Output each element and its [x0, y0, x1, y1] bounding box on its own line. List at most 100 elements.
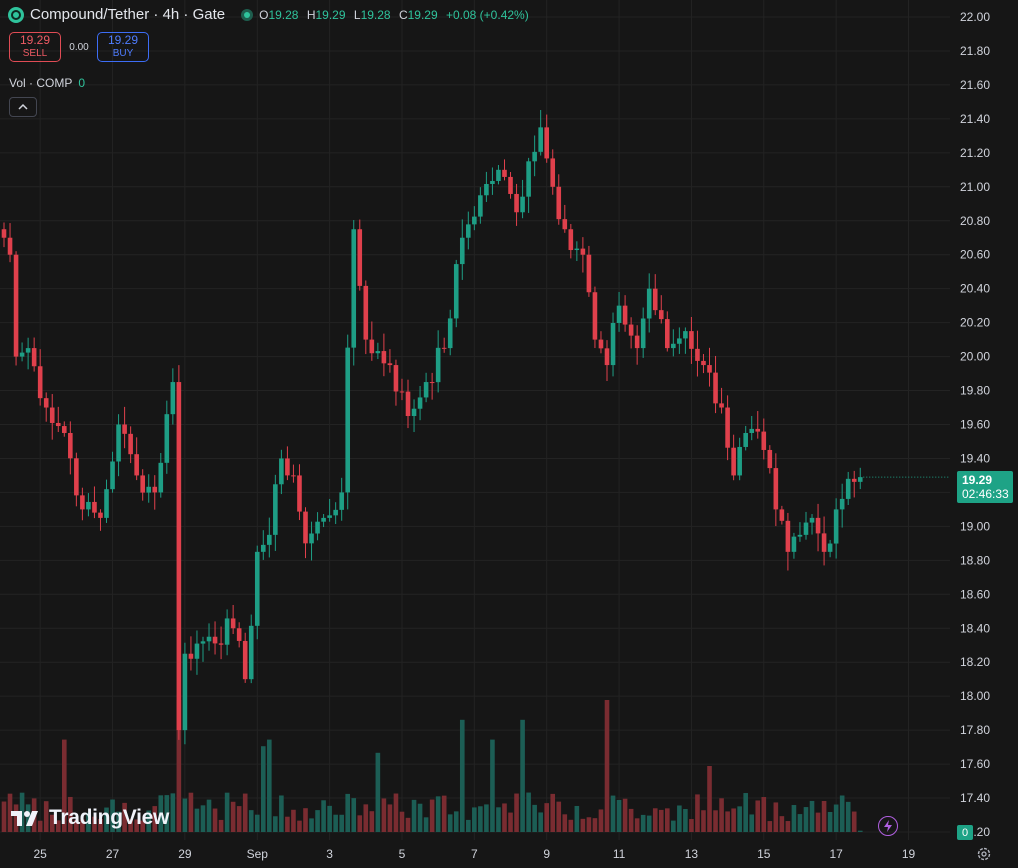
candle-body: [779, 509, 785, 521]
volume-bar: [610, 795, 616, 832]
volume-legend[interactable]: Vol · COMP 0: [9, 76, 85, 90]
volume-bar: [285, 816, 290, 832]
candle-body: [725, 407, 730, 448]
candle-body: [592, 292, 598, 340]
candle-body: [435, 347, 441, 383]
candle-body: [206, 636, 212, 642]
volume-bar: [556, 801, 562, 832]
time-tick-label: Sep: [247, 847, 269, 861]
volume-bar: [393, 793, 399, 832]
candle-body: [646, 288, 652, 319]
buy-price: 19.29: [107, 33, 139, 47]
volume-bar: [478, 806, 483, 832]
candle-body: [242, 640, 248, 680]
price-tick-label: 19.00: [960, 519, 990, 533]
volume-bar: [453, 811, 459, 832]
settings-gear-icon[interactable]: [976, 846, 992, 862]
volume-bar: [671, 820, 676, 832]
price-axis[interactable]: 22.00 21.80 21.60 21.40 21.20 21.00 20.80 20.60…: [950, 0, 1018, 868]
candle-body: [574, 248, 580, 251]
candle-body: [152, 486, 158, 493]
price-tick-label: 18.60: [960, 587, 990, 601]
volume-bar: [230, 801, 236, 832]
price-tick-label: 17.60: [960, 757, 990, 771]
volume-bar: [254, 814, 260, 832]
candle-body: [701, 360, 706, 366]
volume-bar: [779, 816, 785, 832]
candle-body: [248, 625, 254, 680]
volume-bar: [791, 805, 797, 832]
volume-bar: [604, 700, 610, 832]
alert-bolt-button[interactable]: [878, 816, 898, 836]
volume-bar: [224, 792, 230, 832]
candle-body: [116, 424, 121, 462]
candle-body: [285, 458, 290, 476]
candle-body: [13, 254, 19, 357]
symbol-title[interactable]: Compound/Tether · 4h · Gate: [30, 6, 225, 23]
sell-button[interactable]: 19.29 SELL: [9, 32, 61, 62]
volume-bar: [737, 806, 742, 832]
candle-body: [526, 161, 531, 197]
chart-legend: Compound/Tether · 4h · Gate O19.28 H19.2…: [8, 6, 529, 23]
volume-bar: [658, 809, 664, 832]
price-chart[interactable]: 22.00 21.80 21.60 21.40 21.20 21.00 20.80 20.60…: [0, 0, 1018, 868]
volume-bar: [357, 815, 363, 832]
buy-button[interactable]: 19.29 BUY: [97, 32, 149, 62]
volume-bar: [363, 804, 369, 832]
volume-bar: [321, 800, 326, 832]
volume-bar: [447, 814, 453, 832]
volume-bar: [550, 793, 556, 832]
price-tick-label: 17.80: [960, 723, 990, 737]
volume-bar: [640, 814, 646, 832]
candle-body: [80, 495, 85, 510]
time-tick-label: 27: [106, 847, 120, 861]
collapse-legend-button[interactable]: [9, 97, 37, 117]
volume-bar: [845, 801, 851, 832]
price-tick-label: 20.40: [960, 282, 990, 296]
volume-bar: [839, 795, 845, 832]
candle-body: [405, 391, 411, 417]
time-tick-label: 15: [757, 847, 771, 861]
volume-bar: [273, 816, 278, 832]
volume-label: Vol · COMP: [9, 76, 73, 90]
lightning-icon: [884, 820, 892, 832]
volume-bar: [375, 752, 381, 832]
candle-body: [677, 338, 682, 344]
volume-bar: [592, 818, 598, 832]
candle-body: [496, 169, 501, 181]
low-value: 19.28: [360, 7, 391, 22]
candle-body: [671, 343, 676, 349]
candle-body: [128, 433, 133, 455]
candle-body: [851, 478, 857, 482]
price-tick-label: 20.20: [960, 316, 990, 330]
volume-bar: [562, 814, 568, 832]
spread-value: 0.00: [69, 41, 89, 53]
candle-body: [767, 449, 773, 469]
volume-bar: [526, 792, 531, 832]
volume-bar: [532, 804, 537, 832]
volume-bar: [767, 821, 773, 832]
volume-bar: [333, 814, 338, 832]
candle-body: [550, 158, 556, 187]
candle-body: [755, 428, 761, 432]
volume-bar: [628, 808, 634, 832]
candle-body: [761, 431, 767, 450]
candle-body: [532, 151, 537, 162]
tradingview-logo[interactable]: TradingView: [11, 806, 169, 830]
candle-body: [803, 522, 809, 535]
candle-body: [62, 426, 67, 433]
candle-body: [98, 512, 103, 518]
volume-bar: [248, 810, 254, 832]
volume-bar: [490, 739, 495, 832]
sell-price: 19.29: [19, 33, 51, 47]
candle-body: [393, 365, 399, 392]
candle-body: [74, 458, 79, 496]
candle-body: [182, 653, 188, 731]
candle-body: [628, 324, 634, 336]
candle-body: [381, 351, 387, 364]
volume-bar: [616, 799, 622, 832]
candle-body: [260, 544, 266, 552]
candle-body: [429, 382, 435, 384]
time-axis[interactable]: 25 27 29 Sep 3 5 7 9 11 13 15 17 19: [34, 847, 916, 861]
volume-bar: [315, 810, 320, 832]
